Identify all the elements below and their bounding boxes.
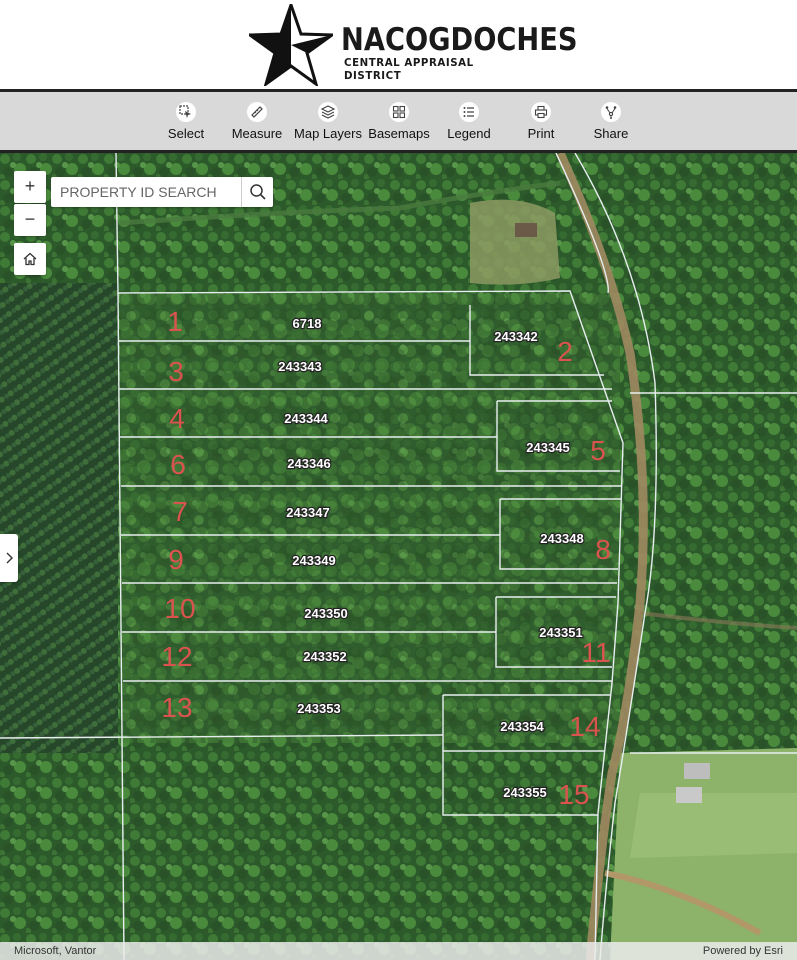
basemaps-label: Basemaps: [368, 126, 430, 141]
zoom-out-button[interactable]: −: [14, 204, 46, 236]
lot-number-3: 3: [168, 356, 184, 387]
parcel-id-243349[interactable]: 243349: [291, 552, 337, 569]
home-button[interactable]: [14, 243, 46, 275]
print-label: Print: [527, 126, 555, 141]
lot-number-14: 14: [569, 711, 600, 742]
side-panel-toggle[interactable]: [0, 534, 18, 582]
parcel-id-243342[interactable]: 243342: [493, 328, 539, 345]
texas-star-icon: [249, 4, 333, 86]
lot-number-1: 1: [167, 306, 183, 337]
share-label: Share: [593, 126, 629, 141]
printer-icon: [531, 102, 551, 122]
home-icon: [23, 252, 37, 266]
lot-number-15: 15: [558, 779, 589, 810]
basemaps-button[interactable]: Basemaps: [367, 100, 431, 148]
map-layers-label: Map Layers: [294, 126, 362, 141]
zoom-in-button[interactable]: +: [14, 171, 46, 203]
parcel-id-243345[interactable]: 243345: [525, 439, 571, 456]
parcel-id-6718[interactable]: 6718: [291, 315, 322, 332]
legend-button[interactable]: Legend: [444, 100, 494, 148]
attribution-source: Microsoft, Vantor: [14, 945, 97, 957]
ruler-icon: [247, 102, 267, 122]
map-view[interactable]: 1 6718 2 243342 3 243343 4 243344 5 243345 6 243346…: [0, 153, 797, 960]
parcel-id-243352[interactable]: 243352: [302, 648, 348, 665]
grid-icon: [389, 102, 409, 122]
header: NACOGDOCHES CENTRAL APPRAISAL DISTRICT: [0, 0, 797, 89]
search-button[interactable]: [241, 177, 274, 207]
lot-number-12: 12: [161, 641, 192, 672]
legend-label: Legend: [447, 126, 491, 141]
search-icon: [250, 184, 266, 200]
parcel-id-243355[interactable]: 243355: [502, 784, 548, 801]
parcel-id-243344[interactable]: 243344: [283, 410, 330, 427]
measure-button[interactable]: Measure: [228, 100, 286, 148]
attribution-powered-by[interactable]: Powered by Esri: [703, 945, 783, 957]
chevron-right-icon: [6, 552, 13, 564]
measure-label: Measure: [231, 126, 283, 141]
lot-number-4: 4: [169, 403, 185, 434]
map-layers-button[interactable]: Map Layers: [292, 100, 364, 148]
lot-number-8: 8: [595, 534, 611, 565]
parcel-id-243351[interactable]: 243351: [538, 624, 584, 641]
lot-number-10: 10: [164, 593, 195, 624]
parcel-id-243354[interactable]: 243354: [499, 718, 546, 735]
list-icon: [459, 102, 479, 122]
lot-number-6: 6: [170, 449, 186, 480]
lot-number-11: 11: [581, 637, 610, 668]
parcel-id-243350[interactable]: 243350: [303, 605, 349, 622]
lot-number-7: 7: [172, 496, 188, 527]
layers-icon: [318, 102, 338, 122]
parcel-id-243347[interactable]: 243347: [285, 504, 331, 521]
logo-title: NACOGDOCHES: [341, 22, 578, 58]
toolbar: Select Measure Map Layers Basemaps Legen…: [0, 89, 797, 153]
print-button[interactable]: Print: [522, 100, 560, 148]
parcel-id-243353[interactable]: 243353: [296, 700, 342, 717]
map-attribution: Microsoft, Vantor Powered by Esri: [0, 942, 797, 960]
parcel-id-243343[interactable]: 243343: [277, 358, 323, 375]
parcel-id-243348[interactable]: 243348: [539, 530, 585, 547]
select-button[interactable]: Select: [163, 100, 209, 148]
lot-number-13: 13: [161, 692, 192, 723]
lot-number-2: 2: [557, 336, 573, 367]
satellite-map[interactable]: 1 6718 2 243342 3 243343 4 243344 5 243345 6 243346…: [0, 153, 797, 960]
lot-number-5: 5: [590, 435, 606, 466]
logo-subtitle: CENTRAL APPRAISAL DISTRICT: [344, 56, 474, 82]
select-icon: [176, 102, 196, 122]
share-button[interactable]: Share: [591, 100, 631, 148]
select-label: Select: [167, 126, 205, 141]
parcel-id-243346[interactable]: 243346: [286, 455, 332, 472]
share-icon: [601, 102, 621, 122]
property-search: [51, 177, 273, 207]
logo[interactable]: NACOGDOCHES CENTRAL APPRAISAL DISTRICT: [249, 4, 578, 86]
property-id-search-input[interactable]: [51, 177, 241, 207]
lot-number-9: 9: [168, 544, 184, 575]
